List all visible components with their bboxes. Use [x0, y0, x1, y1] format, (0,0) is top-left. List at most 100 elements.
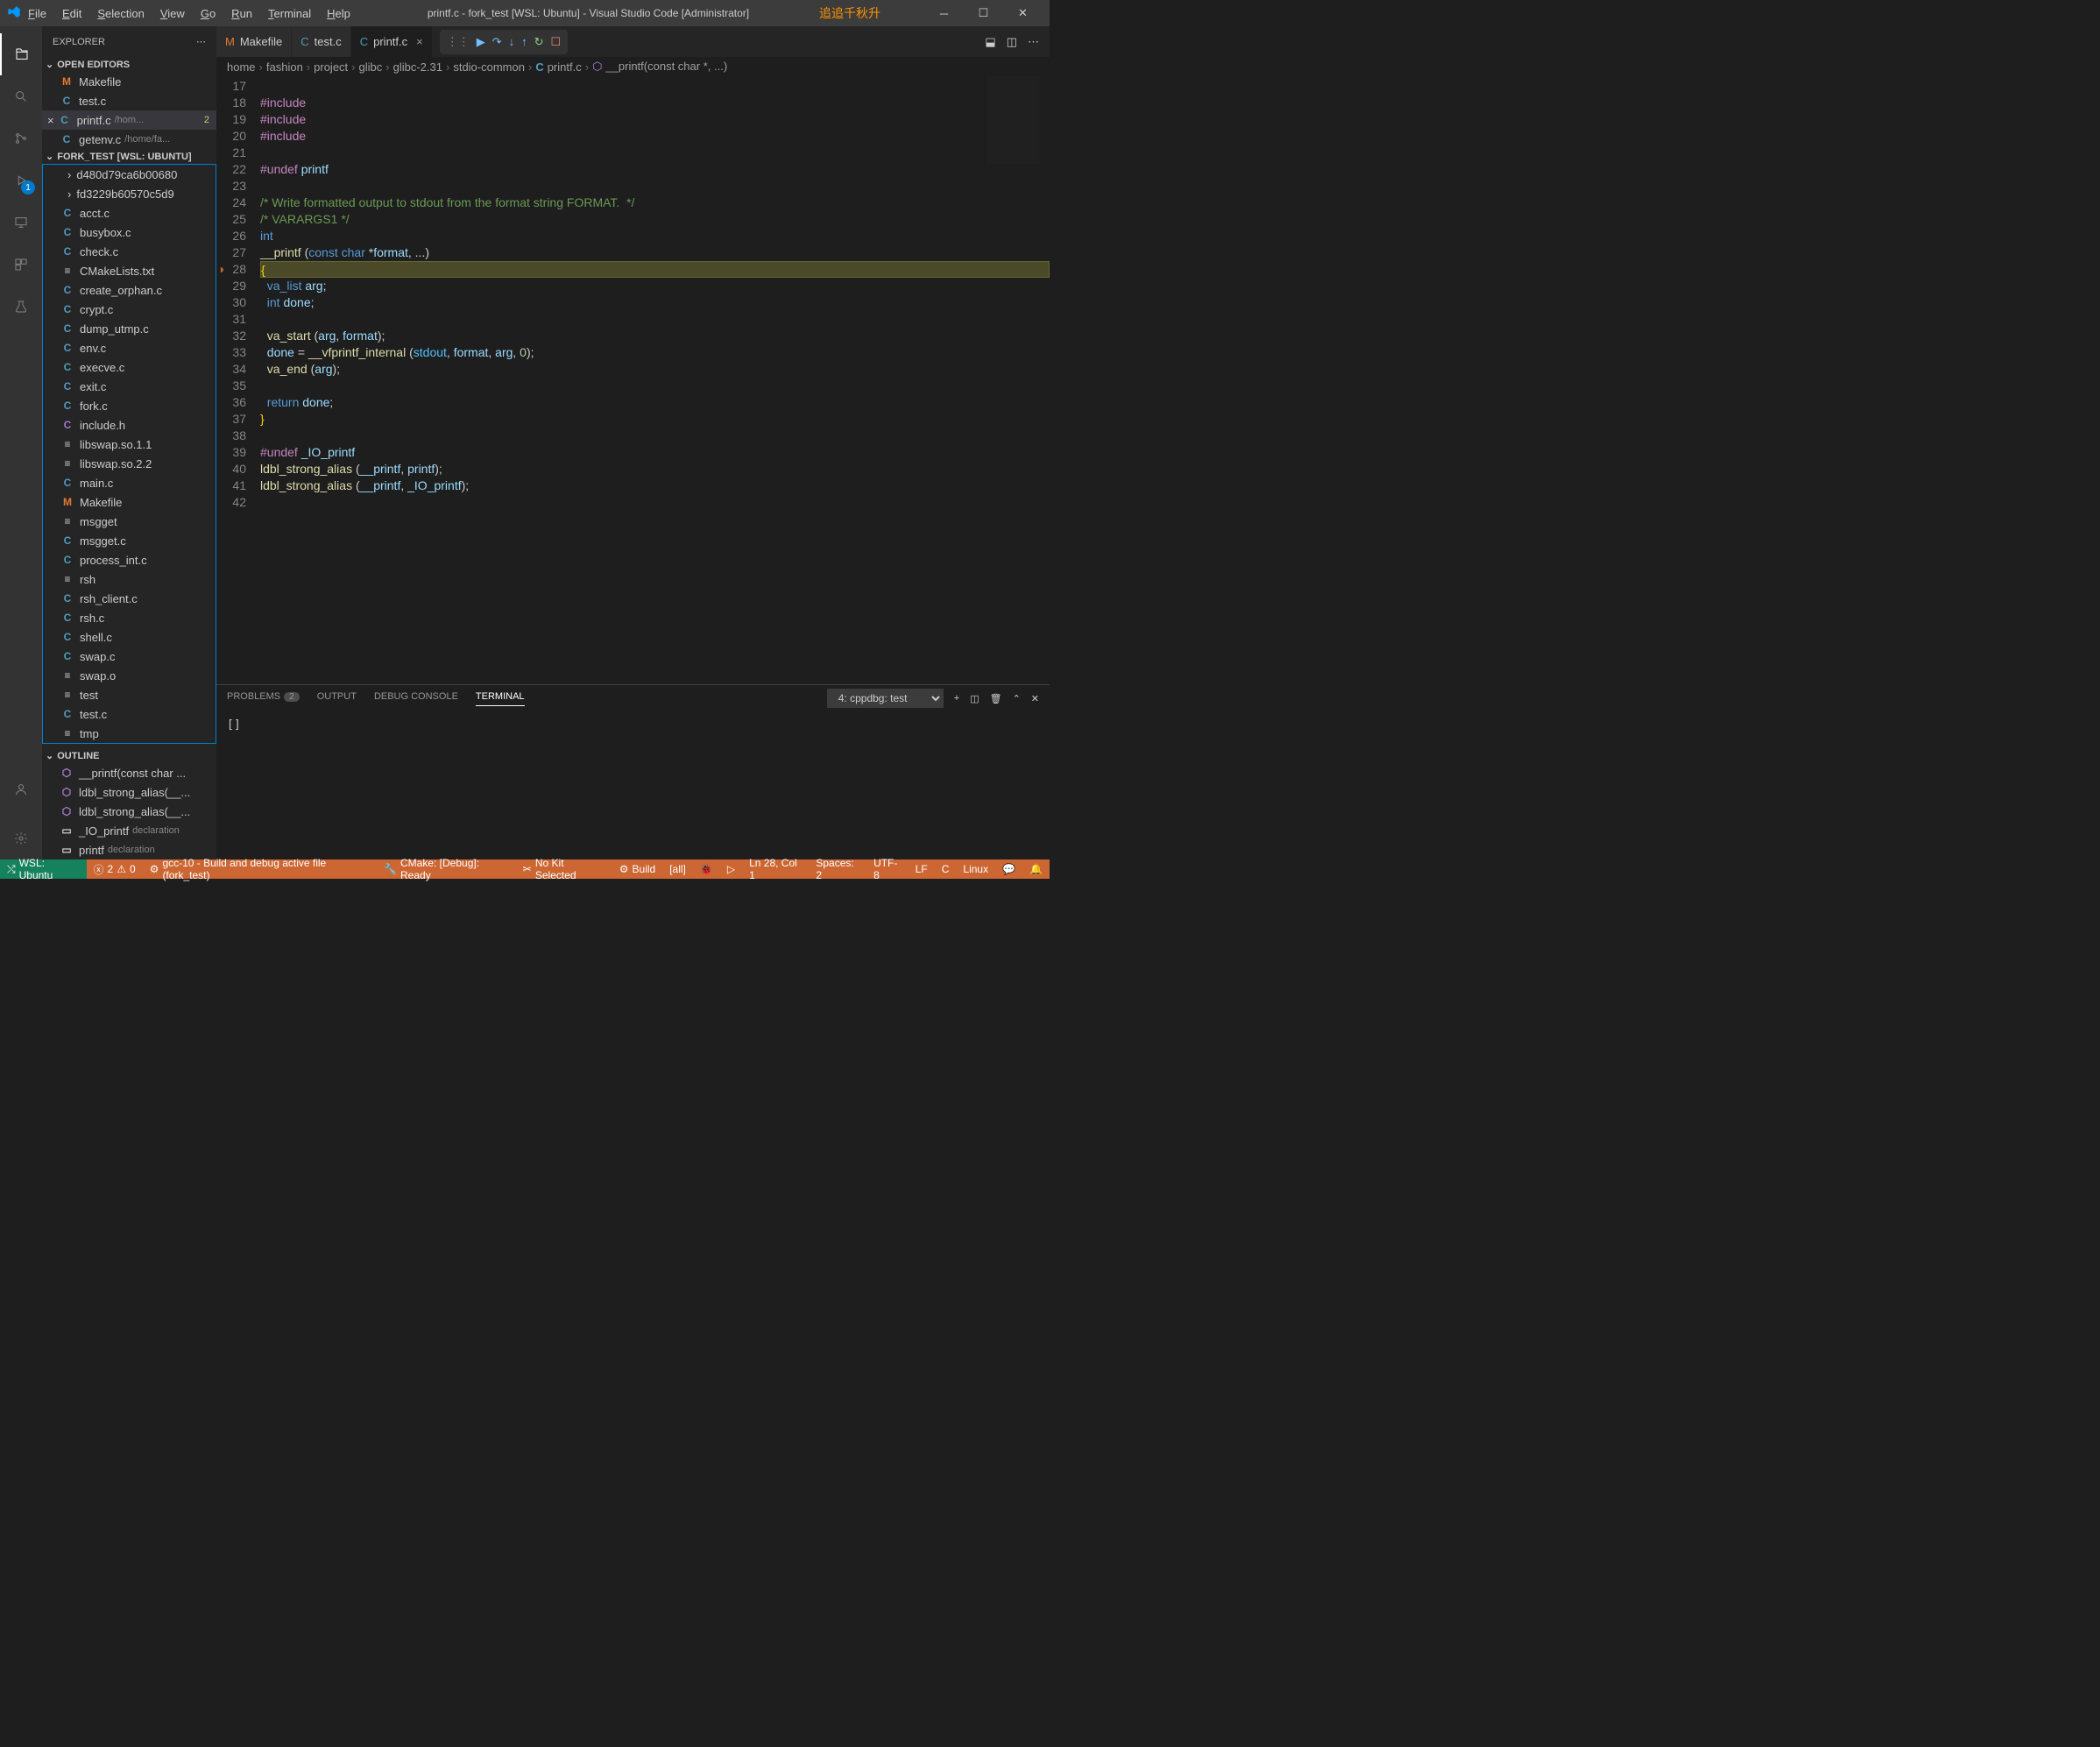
minimize-button[interactable]: ─: [924, 0, 964, 26]
file-tree-item[interactable]: ≡libswap.so.2.2: [43, 454, 216, 473]
breakpoint-icon[interactable]: ◗: [218, 261, 225, 278]
continue-icon[interactable]: ▶: [477, 35, 485, 49]
cursor-position[interactable]: Ln 28, Col 1: [742, 857, 809, 881]
menu-help[interactable]: Help: [320, 4, 357, 24]
test-icon[interactable]: [0, 286, 42, 328]
kit-status[interactable]: ✂ No Kit Selected: [516, 857, 612, 881]
menu-run[interactable]: Run: [224, 4, 259, 24]
problems-status[interactable]: ⓧ2 ⚠0: [87, 862, 143, 877]
minimap[interactable]: [986, 76, 1039, 164]
feedback-icon[interactable]: 💬: [995, 857, 1022, 881]
open-editor-item[interactable]: MMakefile: [42, 72, 216, 91]
search-icon[interactable]: [0, 75, 42, 117]
explorer-icon[interactable]: [0, 33, 42, 75]
file-tree-item[interactable]: ≡tmp: [43, 724, 216, 743]
more-actions-icon[interactable]: ⋯: [1028, 35, 1039, 49]
indentation-status[interactable]: Spaces: 2: [809, 857, 866, 881]
file-tree-item[interactable]: Cexecve.c: [43, 357, 216, 377]
drag-handle-icon[interactable]: ⋮⋮: [447, 35, 470, 49]
open-editor-item[interactable]: ×Cprintf.c/hom...2: [42, 110, 216, 130]
build-task-status[interactable]: ⚙ gcc-10 - Build and debug active file (…: [143, 857, 377, 881]
bell-icon[interactable]: 🔔: [1022, 857, 1050, 881]
step-out-icon[interactable]: ↑: [521, 35, 527, 48]
file-tree-item[interactable]: Ccrypt.c: [43, 300, 216, 319]
file-tree-item[interactable]: ≡rsh: [43, 569, 216, 589]
menu-view[interactable]: View: [153, 4, 192, 24]
file-tree-item[interactable]: ≡swap.o: [43, 666, 216, 685]
file-tree-item[interactable]: ›d480d79ca6b00680: [43, 165, 216, 184]
breadcrumb-item[interactable]: home: [227, 60, 256, 74]
file-tree-item[interactable]: ≡CMakeLists.txt: [43, 261, 216, 280]
close-panel-icon[interactable]: ✕: [1031, 693, 1039, 704]
maximize-button[interactable]: ☐: [964, 0, 1003, 26]
menu-edit[interactable]: Edit: [55, 4, 88, 24]
breadcrumb-item[interactable]: glibc-2.31: [393, 60, 442, 74]
remote-indicator[interactable]: ⤭ WSL: Ubuntu: [0, 859, 87, 879]
breadcrumb-item[interactable]: Cprintf.c: [535, 60, 581, 74]
cmake-status[interactable]: 🔧 CMake: [Debug]: Ready: [377, 857, 516, 881]
menu-terminal[interactable]: Terminal: [261, 4, 318, 24]
open-editor-item[interactable]: Ctest.c: [42, 91, 216, 110]
stop-icon[interactable]: ☐: [551, 35, 562, 49]
explorer-actions-icon[interactable]: ⋯: [196, 36, 206, 47]
panel-tab-terminal[interactable]: TERMINAL: [476, 691, 525, 706]
outline-item[interactable]: ⬡ldbl_strong_alias(__...: [42, 782, 216, 802]
terminal-body[interactable]: []: [216, 711, 1050, 859]
outline-item[interactable]: ⬡__printf(const char ...: [42, 763, 216, 782]
language-status[interactable]: C: [935, 857, 957, 881]
file-tree-item[interactable]: Cbusybox.c: [43, 223, 216, 242]
eol-status[interactable]: LF: [909, 857, 935, 881]
panel-tab-output[interactable]: OUTPUT: [317, 691, 357, 705]
file-tree-item[interactable]: Crsh.c: [43, 608, 216, 627]
step-into-icon[interactable]: ↓: [509, 35, 515, 48]
menu-file[interactable]: File: [21, 4, 53, 24]
file-tree-item[interactable]: Cacct.c: [43, 203, 216, 223]
encoding-status[interactable]: UTF-8: [866, 857, 909, 881]
breadcrumb-item[interactable]: project: [314, 60, 348, 74]
outline-item[interactable]: ▭_IO_printfdeclaration: [42, 821, 216, 840]
file-tree-item[interactable]: Ccreate_orphan.c: [43, 280, 216, 300]
file-tree-item[interactable]: ≡test: [43, 685, 216, 704]
file-tree-item[interactable]: Cdump_utmp.c: [43, 319, 216, 338]
chevron-up-icon[interactable]: ⌃: [1013, 693, 1021, 704]
editor-tab[interactable]: Cprintf.c×: [351, 26, 433, 57]
open-editors-header[interactable]: ⌄ OPEN EDITORS: [42, 57, 216, 72]
download-icon[interactable]: ⬓: [985, 35, 995, 49]
accounts-icon[interactable]: [0, 768, 42, 810]
editor-tab[interactable]: MMakefile: [216, 26, 292, 57]
extensions-icon[interactable]: [0, 244, 42, 286]
outline-item[interactable]: ⬡ldbl_strong_alias(__...: [42, 802, 216, 821]
file-tree-item[interactable]: Ctest.c: [43, 704, 216, 724]
close-icon[interactable]: ×: [47, 114, 54, 127]
folder-header[interactable]: ⌄ FORK_TEST [WSL: UBUNTU]: [42, 149, 216, 164]
file-tree-item[interactable]: ›fd3229b60570c5d9: [43, 184, 216, 203]
os-status[interactable]: Linux: [956, 857, 995, 881]
code-editor[interactable]: 1718192021222324252627◗28293031323334353…: [216, 76, 1050, 684]
step-over-icon[interactable]: ↷: [492, 35, 502, 49]
remote-explorer-icon[interactable]: [0, 202, 42, 244]
breadcrumb-item[interactable]: ⬡__printf(const char *, ...): [592, 60, 727, 74]
trash-icon[interactable]: 🗑: [990, 693, 1002, 704]
split-terminal-icon[interactable]: ◫: [970, 693, 979, 704]
file-tree-item[interactable]: Cswap.c: [43, 647, 216, 666]
file-tree-item[interactable]: Cexit.c: [43, 377, 216, 396]
file-tree-item[interactable]: ≡libswap.so.1.1: [43, 435, 216, 454]
run-launch-icon[interactable]: ▷: [720, 863, 742, 875]
file-tree-item[interactable]: Crsh_client.c: [43, 589, 216, 608]
file-tree-item[interactable]: Cinclude.h: [43, 415, 216, 435]
panel-tab-problems[interactable]: PROBLEMS2: [227, 691, 300, 705]
close-button[interactable]: ✕: [1003, 0, 1043, 26]
restart-icon[interactable]: ↻: [534, 35, 544, 49]
scm-icon[interactable]: [0, 117, 42, 159]
breadcrumb-item[interactable]: fashion: [266, 60, 303, 74]
target-status[interactable]: [all]: [662, 863, 693, 875]
file-tree-item[interactable]: ≡msgget: [43, 512, 216, 531]
outline-header[interactable]: ⌄ OUTLINE: [42, 748, 216, 763]
settings-icon[interactable]: [0, 817, 42, 859]
debug-launch-icon[interactable]: 🐞: [693, 863, 720, 875]
split-editor-icon[interactable]: ◫: [1007, 35, 1017, 49]
menu-go[interactable]: Go: [194, 4, 223, 24]
open-editor-item[interactable]: Cgetenv.c/home/fa...: [42, 130, 216, 149]
panel-tab-debug-console[interactable]: DEBUG CONSOLE: [374, 691, 458, 705]
breadcrumb-item[interactable]: glibc: [359, 60, 383, 74]
